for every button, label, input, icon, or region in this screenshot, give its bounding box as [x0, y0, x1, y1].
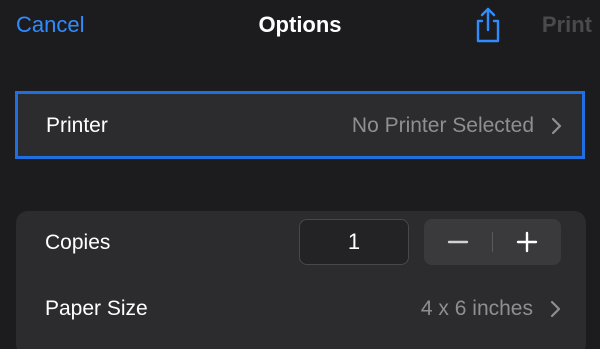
paper-size-value: 4 x 6 inches: [420, 297, 533, 320]
copies-stepper: [424, 219, 561, 265]
printer-row[interactable]: Printer No Printer Selected: [15, 91, 585, 159]
navigation-bar: Cancel Options Print: [0, 0, 600, 52]
share-button[interactable]: [472, 6, 504, 44]
print-button[interactable]: Print: [542, 10, 592, 40]
printer-label: Printer: [46, 114, 108, 137]
chevron-right-icon: [550, 300, 561, 318]
chevron-right-icon: [551, 117, 562, 135]
paper-size-label: Paper Size: [45, 297, 148, 320]
plus-icon: [516, 231, 538, 253]
share-icon: [476, 7, 500, 43]
copies-label: Copies: [45, 231, 111, 254]
increment-copies-button[interactable]: [493, 219, 561, 265]
minus-icon: [447, 240, 469, 244]
print-options-group: Copies 1 Paper Size 4 x 6 inches: [16, 211, 586, 349]
decrement-copies-button[interactable]: [424, 219, 492, 265]
printer-value: No Printer Selected: [351, 114, 534, 137]
copies-count-field[interactable]: 1: [299, 219, 409, 265]
print-options-screen: Cancel Options Print Printer No Printer …: [0, 0, 600, 349]
page-title: Options: [258, 12, 342, 37]
